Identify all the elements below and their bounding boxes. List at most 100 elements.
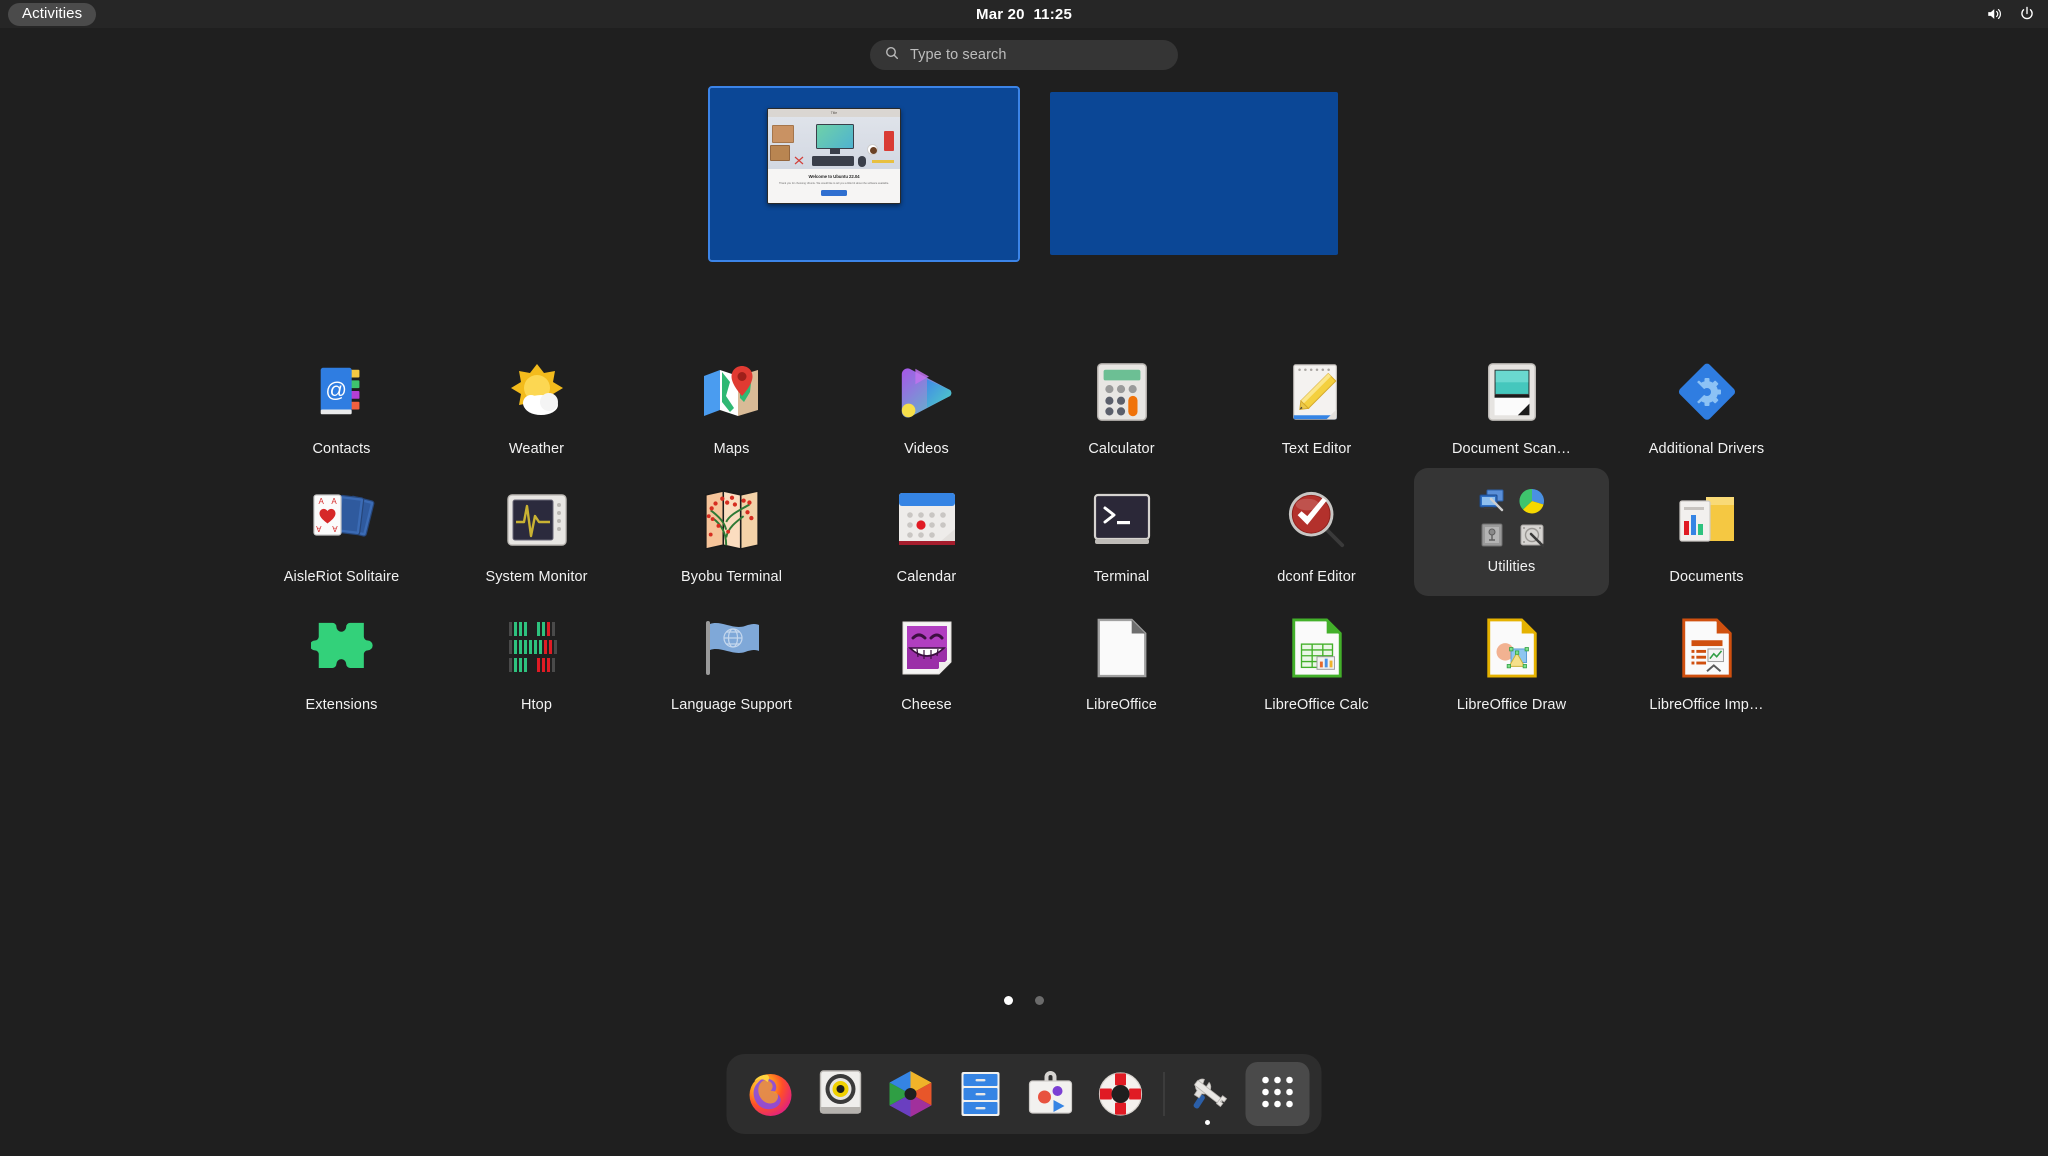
workspace-thumbnail-1[interactable]: Title Welcome to Ubuntu 22.04 Thank you …: [708, 86, 1020, 262]
app-item-libreoffice[interactable]: LibreOffice: [1024, 596, 1219, 724]
window-hero-illustration: [768, 117, 900, 169]
clock-datetime[interactable]: Mar 20 11:25: [976, 6, 1072, 23]
app-item-terminal[interactable]: Terminal: [1024, 468, 1219, 596]
app-item-documents[interactable]: Documents: [1609, 468, 1804, 596]
system-status-area[interactable]: [1986, 5, 2036, 23]
search-icon: [884, 45, 900, 66]
app-label: Text Editor: [1281, 441, 1352, 457]
app-item-text-editor[interactable]: Text Editor: [1219, 340, 1414, 468]
illustration-keyboard: [812, 156, 854, 166]
power-icon[interactable]: [2018, 5, 2036, 23]
app-item-byobu-terminal[interactable]: Byobu Terminal: [634, 468, 829, 596]
dock-item-settings[interactable]: [1176, 1062, 1240, 1126]
utilities-folder-icon: [1474, 482, 1550, 548]
app-label: LibreOffice Imp…: [1649, 697, 1764, 713]
app-label: LibreOffice Calc: [1264, 697, 1369, 713]
app-item-language-support[interactable]: Language Support: [634, 596, 829, 724]
page-dot-1[interactable]: [1004, 996, 1013, 1005]
window-next-button[interactable]: [821, 190, 847, 196]
dock-item-show-apps[interactable]: [1245, 1062, 1310, 1126]
calculator-icon: [1084, 354, 1160, 430]
videos-icon: [889, 354, 965, 430]
page-dot-2[interactable]: [1035, 996, 1044, 1005]
dock-item-help[interactable]: [1089, 1062, 1153, 1126]
app-label: dconf Editor: [1277, 569, 1356, 585]
window-thumbnail-welcome[interactable]: Title Welcome to Ubuntu 22.04 Thank you …: [767, 108, 901, 204]
app-label: Documents: [1669, 569, 1744, 585]
app-label: Language Support: [671, 697, 792, 713]
illustration-monitor: [816, 124, 854, 149]
illustration-can: [884, 131, 894, 151]
search-entry-wrapper[interactable]: Type to search: [870, 40, 1178, 70]
dock-item-firefox[interactable]: [739, 1062, 803, 1126]
app-label: System Monitor: [485, 569, 588, 585]
dock-item-ubuntu-software[interactable]: [1019, 1062, 1083, 1126]
illustration-mouse: [858, 156, 866, 167]
system-monitor-icon: [499, 482, 575, 558]
app-label: Weather: [508, 441, 565, 457]
window-paragraph: Thank you for choosing Ubuntu. We would …: [779, 182, 889, 185]
activities-button[interactable]: Activities: [8, 2, 97, 26]
app-item-contacts[interactable]: @ Contacts: [244, 340, 439, 468]
dash-wrapper: [726, 1054, 1322, 1134]
svg-text:A: A: [315, 524, 321, 533]
app-folder-utilities[interactable]: Utilities: [1414, 468, 1609, 596]
libreoffice-icon: [1084, 610, 1160, 686]
cheese-icon: [889, 610, 965, 686]
window-heading: Welcome to Ubuntu 22.04: [808, 174, 860, 179]
maps-icon: [694, 354, 770, 430]
extensions-icon: [304, 610, 380, 686]
dock-item-files[interactable]: [949, 1062, 1013, 1126]
window-body: Welcome to Ubuntu 22.04 Thank you for ch…: [768, 169, 900, 203]
aisleriot-solitaire-icon: A A A A: [304, 482, 380, 558]
terminal-icon: [1084, 482, 1160, 558]
app-item-maps[interactable]: Maps: [634, 340, 829, 468]
top-bar: Activities Mar 20 11:25: [0, 0, 2048, 28]
calendar-icon: [889, 482, 965, 558]
app-item-videos[interactable]: Videos: [829, 340, 1024, 468]
app-item-weather[interactable]: Weather: [439, 340, 634, 468]
app-item-libreoffice-impress[interactable]: LibreOffice Imp…: [1609, 596, 1804, 724]
dock-item-shotwell[interactable]: [879, 1062, 943, 1126]
app-item-libreoffice-draw[interactable]: LibreOffice Draw: [1414, 596, 1609, 724]
window-title: Title: [830, 111, 838, 115]
app-item-extensions[interactable]: Extensions: [244, 596, 439, 724]
disks-mini-icon: [1517, 520, 1547, 550]
grid-apps-icon: [1261, 1075, 1295, 1114]
app-label: Contacts: [312, 441, 371, 457]
app-item-htop[interactable]: Htop: [439, 596, 634, 724]
app-label: Document Scan…: [1451, 441, 1572, 457]
search-placeholder: Type to search: [910, 47, 1007, 63]
app-label: AisleRiot Solitaire: [283, 569, 400, 585]
speaker-icon[interactable]: [1986, 5, 2004, 23]
dash-separator: [1163, 1072, 1165, 1116]
document-scanner-icon: [1474, 354, 1550, 430]
app-item-document-scanner[interactable]: Document Scan…: [1414, 340, 1609, 468]
app-item-cheese[interactable]: Cheese: [829, 596, 1024, 724]
app-label: Extensions: [305, 697, 378, 713]
dconf-editor-icon: [1279, 482, 1355, 558]
dash: [726, 1054, 1322, 1134]
workspace-thumbnail-2[interactable]: [1050, 92, 1338, 255]
search-input[interactable]: Type to search: [870, 40, 1178, 70]
app-item-calculator[interactable]: Calculator: [1024, 340, 1219, 468]
app-label: LibreOffice: [1086, 697, 1157, 713]
archive-manager-mini-icon: [1477, 520, 1507, 550]
app-item-calendar[interactable]: Calendar: [829, 468, 1024, 596]
page-indicator[interactable]: [1004, 996, 1044, 1005]
app-item-libreoffice-calc[interactable]: LibreOffice Calc: [1219, 596, 1414, 724]
svg-text:@: @: [325, 378, 347, 402]
app-item-system-monitor[interactable]: System Monitor: [439, 468, 634, 596]
libreoffice-calc-icon: [1279, 610, 1355, 686]
window-titlebar: Title: [768, 109, 900, 117]
app-label: Additional Drivers: [1648, 441, 1765, 457]
svg-text:A: A: [318, 497, 324, 506]
app-label: Htop: [520, 697, 553, 713]
language-support-icon: [694, 610, 770, 686]
app-item-aisleriot-solitaire[interactable]: A A A A AisleRiot Solitaire: [244, 468, 439, 596]
additional-drivers-icon: [1669, 354, 1745, 430]
app-item-additional-drivers[interactable]: Additional Drivers: [1609, 340, 1804, 468]
dock-item-rhythmbox[interactable]: [809, 1062, 873, 1126]
app-folder-label: Utilities: [1487, 559, 1536, 575]
app-item-dconf-editor[interactable]: dconf Editor: [1219, 468, 1414, 596]
